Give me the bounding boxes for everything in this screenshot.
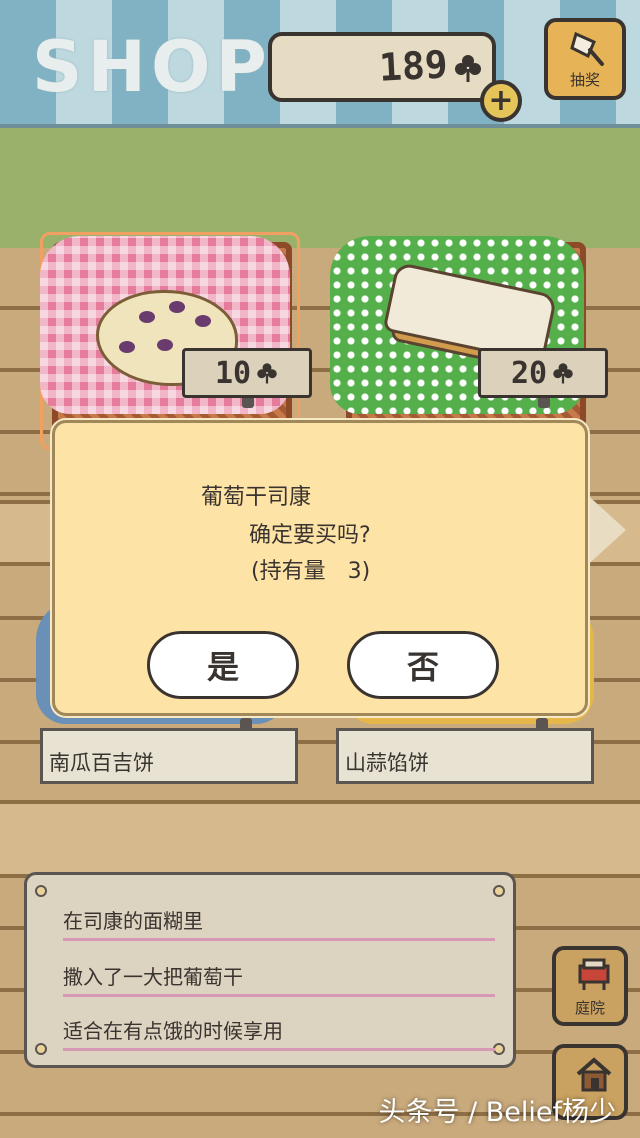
dialog-owned-count: (持有量 3)	[251, 559, 371, 584]
no-button[interactable]: 否	[347, 631, 499, 699]
watermark: 头条号 / Belief杨少	[378, 1097, 616, 1128]
dialog-item-name: 葡萄干司康	[201, 485, 312, 510]
purchase-confirm-dialog: 葡萄干司康 确定要买吗? (持有量 3) 是 否	[52, 420, 588, 716]
yes-button[interactable]: 是	[147, 631, 299, 699]
dialog-question: 确定要买吗?	[249, 523, 371, 548]
